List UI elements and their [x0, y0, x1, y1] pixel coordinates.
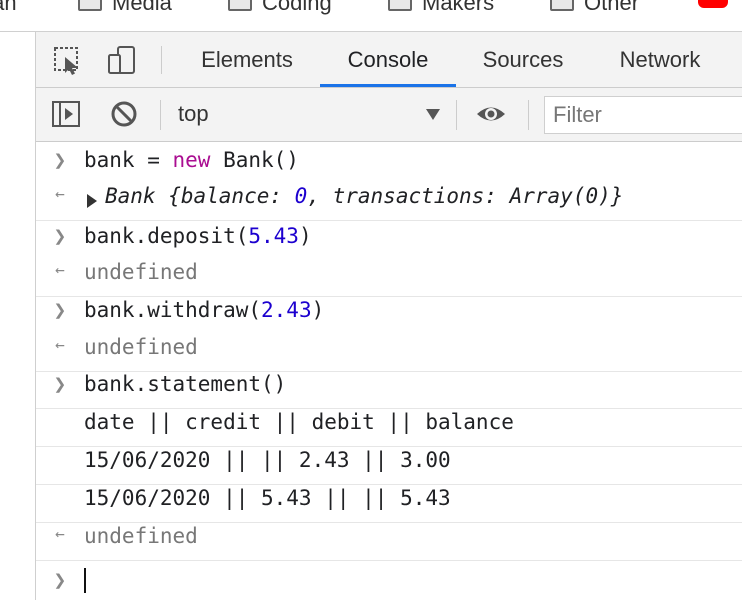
show-sidebar-icon[interactable]: [50, 98, 82, 130]
page-viewport: [0, 32, 36, 600]
code-text: Bank {balance:: [105, 184, 295, 208]
code-text: Bank(): [210, 148, 299, 172]
eye-icon[interactable]: [475, 98, 507, 130]
bookmark-label: Makers: [422, 0, 495, 15]
bookmark-other[interactable]: Other: [550, 0, 639, 18]
device-toolbar-icon[interactable]: [106, 45, 138, 77]
object-preview[interactable]: Bank {balance: 0, transactions: Array(0)…: [105, 184, 623, 208]
text-cursor: [84, 568, 86, 593]
console-log-row: date || credit || debit || balance: [36, 410, 742, 447]
console-input-row: ❯ bank.statement(): [36, 372, 742, 409]
console-prompt[interactable]: ❯: [36, 562, 742, 600]
folder-icon: [388, 0, 412, 11]
tab-elements[interactable]: Elements: [186, 32, 308, 87]
console-result-row: ← undefined: [36, 260, 742, 297]
divider: [160, 100, 161, 130]
context-value: top: [178, 101, 209, 126]
folder-icon: [78, 0, 102, 11]
input-chevron-icon: ❯: [53, 224, 67, 248]
result-arrow-icon: ←: [55, 260, 65, 279]
bookmark-makers[interactable]: Makers: [388, 0, 494, 18]
result-arrow-icon: ←: [55, 184, 65, 203]
expand-triangle-icon[interactable]: [87, 194, 97, 208]
folder-icon: [550, 0, 574, 11]
code-text: bank.deposit(: [84, 224, 249, 248]
inspect-element-icon[interactable]: [52, 45, 84, 77]
input-chevron-icon: ❯: [53, 372, 67, 396]
bookmark-tan[interactable]: tan: [0, 0, 17, 18]
youtube-icon[interactable]: [698, 0, 728, 8]
code-text: ): [298, 224, 312, 248]
bookmark-label: Coding: [262, 0, 332, 15]
divider: [161, 46, 162, 74]
bookmark-media[interactable]: Media: [78, 0, 172, 18]
result-text: undefined: [84, 260, 198, 284]
devtools-tab-bar: Elements Console Sources Network: [36, 32, 742, 88]
log-text: date || credit || debit || balance: [84, 410, 514, 434]
console-toolbar: top: [36, 88, 742, 142]
tab-console[interactable]: Console: [320, 32, 456, 87]
console-input-row: ❯ bank.deposit(5.43): [36, 224, 742, 256]
console-input-row: ❯ bank = new Bank(): [36, 148, 742, 180]
tab-label: Console: [347, 47, 429, 72]
code-text: bank =: [84, 148, 173, 172]
tab-network[interactable]: Network: [602, 32, 718, 87]
tab-sources[interactable]: Sources: [468, 32, 578, 87]
console-result-row: ← undefined: [36, 524, 742, 561]
code-number: 5.43: [248, 224, 299, 248]
bookmark-label: tan: [0, 0, 17, 15]
code-keyword: new: [172, 148, 211, 172]
filter-input[interactable]: [544, 96, 742, 134]
result-text: undefined: [84, 524, 198, 548]
code-number: 2.43: [261, 298, 312, 322]
divider: [528, 100, 529, 130]
clear-console-icon[interactable]: [108, 98, 140, 130]
folder-icon: [228, 0, 252, 11]
input-chevron-icon: ❯: [53, 298, 67, 322]
console-output: ❯ bank = new Bank() ← Bank {balance: 0, …: [36, 142, 742, 600]
code-number: 0: [294, 184, 308, 208]
console-result-row: ← Bank {balance: 0, transactions: Array(…: [36, 184, 742, 221]
tab-label: Elements: [201, 47, 293, 72]
tab-label: Network: [619, 47, 701, 72]
result-arrow-icon: ←: [55, 335, 65, 354]
code-text: bank.withdraw(: [84, 298, 262, 322]
dropdown-arrow-icon: [426, 109, 440, 120]
devtools-panel: Elements Console Sources Network top Fil…: [36, 32, 742, 600]
result-text: undefined: [84, 335, 198, 359]
bookmark-label: Other: [584, 0, 640, 15]
code-text: ): [311, 298, 325, 322]
divider: [456, 100, 457, 130]
console-input-text[interactable]: bank.deposit(5.43): [84, 224, 312, 248]
bookmarks-bar: tan Media Coding Makers Other: [0, 0, 742, 30]
console-result-row: ← undefined: [36, 335, 742, 372]
log-text: 15/06/2020 || 5.43 || || 5.43: [84, 486, 451, 510]
log-text: 15/06/2020 || || 2.43 || 3.00: [84, 448, 451, 472]
context-selector[interactable]: top: [170, 97, 446, 131]
console-input-row: ❯ bank.withdraw(2.43): [36, 298, 742, 330]
code-text: , transactions: Array(0)}: [307, 184, 624, 208]
console-input-text[interactable]: bank = new Bank(): [84, 148, 299, 172]
tab-label: Sources: [482, 47, 564, 72]
console-input-text[interactable]: bank.statement(): [84, 372, 286, 396]
bookmark-label: Media: [112, 0, 172, 15]
result-arrow-icon: ←: [55, 524, 65, 543]
prompt-chevron-icon: ❯: [53, 568, 67, 592]
bookmark-coding[interactable]: Coding: [228, 0, 332, 18]
input-chevron-icon: ❯: [53, 148, 67, 172]
console-input-text[interactable]: bank.withdraw(2.43): [84, 298, 324, 322]
console-log-row: 15/06/2020 || || 2.43 || 3.00: [36, 448, 742, 485]
console-log-row: 15/06/2020 || 5.43 || || 5.43: [36, 486, 742, 523]
